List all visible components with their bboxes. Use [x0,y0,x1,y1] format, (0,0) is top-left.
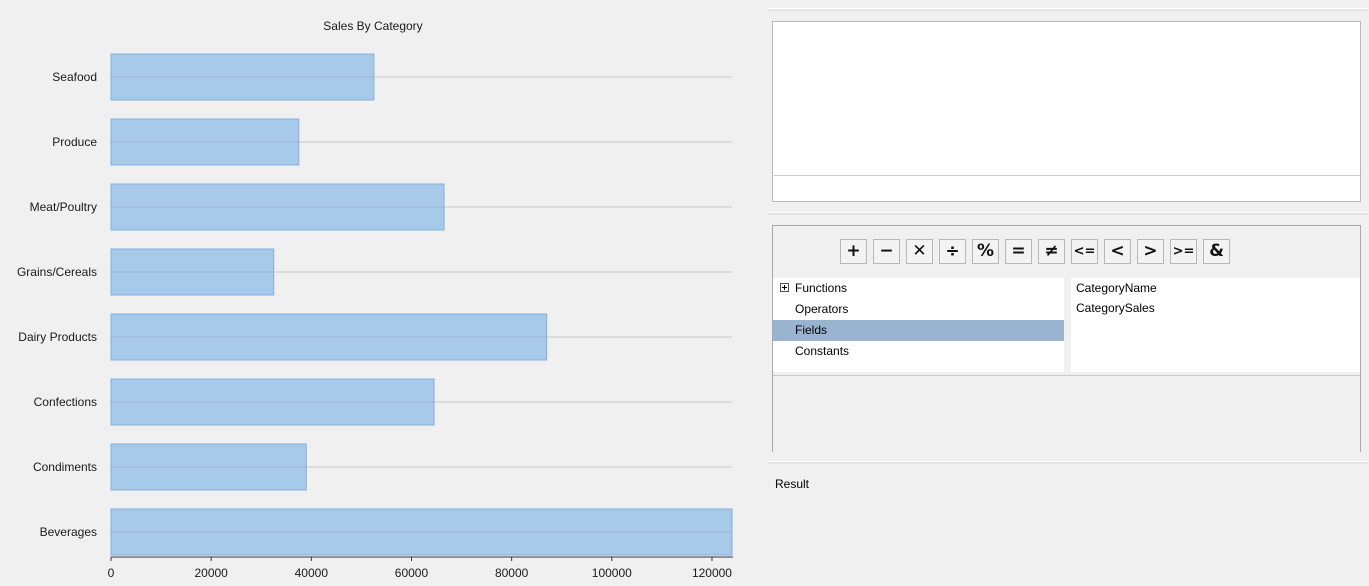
middle-separator [767,212,1369,215]
category-label: Confections [34,395,97,409]
modulo-operator-button[interactable]: % [972,239,999,264]
x-tick-label: 0 [108,566,115,580]
sales-chart: Sales By Category Seafood Produce Meat/Poul… [0,0,760,586]
x-tick-label: 60000 [395,566,429,580]
chart-title: Sales By Category [323,19,422,33]
expand-plus-icon[interactable] [780,283,789,292]
plus-operator-button[interactable]: + [840,239,867,264]
expression-line-field[interactable] [772,175,1361,202]
category-label: Meat/Poultry [30,200,97,214]
category-item-label: Functions [795,281,848,295]
operator-toolbar: + − ✕ ÷% = ≠ <= < > >= & [840,239,1230,265]
category-item-constants[interactable]: Constants [773,341,1064,362]
field-item[interactable]: CategoryName [1071,278,1360,298]
category-item-label: Constants [795,344,850,358]
x-tick-label: 120000 [692,566,732,580]
minus-operator-button[interactable]: − [873,239,900,264]
multiply-operator-button[interactable]: ✕ [906,239,933,264]
category-label: Seafood [52,70,97,84]
category-item-functions[interactable]: Functions [773,278,1064,299]
greater-than-operator-button[interactable]: > [1137,239,1164,264]
category-label: Produce [52,135,97,149]
equals-operator-button[interactable]: = [1005,239,1032,264]
top-separator [767,8,1369,11]
sales-chart-svg: Sales By Category Seafood Produce Meat/Poul… [17,19,733,580]
x-tick-label: 100000 [592,566,632,580]
category-item-label: Operators [795,302,849,316]
x-tick-label: 20000 [194,566,228,580]
divide-operator-button[interactable]: ÷ [939,239,966,264]
expression-editor-panel: + − ✕ ÷% = ≠ <= < > >= & Functions Operators Fields C… [767,0,1369,586]
category-label: Beverages [40,525,97,539]
category-label: Condiments [33,460,97,474]
x-tick-label: 40000 [295,566,329,580]
description-area [773,375,1360,452]
category-label: Grains/Cereals [17,265,97,279]
fields-list[interactable]: CategoryName CategorySales [1071,278,1360,372]
expression-text-area[interactable] [772,21,1361,176]
category-item-operators[interactable]: Operators [773,299,1064,320]
function-browser: + − ✕ ÷% = ≠ <= < > >= & Functions Operators Fields C… [772,225,1361,452]
category-item-fields[interactable]: Fields [773,320,1064,341]
greater-or-equal-operator-button[interactable]: >= [1170,239,1197,264]
result-label: Result [775,477,810,491]
bottom-separator [767,461,1369,464]
less-or-equal-operator-button[interactable]: <= [1071,239,1098,264]
less-than-operator-button[interactable]: < [1104,239,1131,264]
category-item-label: Fields [795,323,828,337]
field-item[interactable]: CategorySales [1071,298,1360,318]
ampersand-operator-button[interactable]: & [1203,239,1230,264]
category-label: Dairy Products [18,330,97,344]
x-tick-label: 80000 [495,566,529,580]
category-list[interactable]: Functions Operators Fields Constants [773,278,1064,372]
not-equals-operator-button[interactable]: ≠ [1038,239,1065,264]
